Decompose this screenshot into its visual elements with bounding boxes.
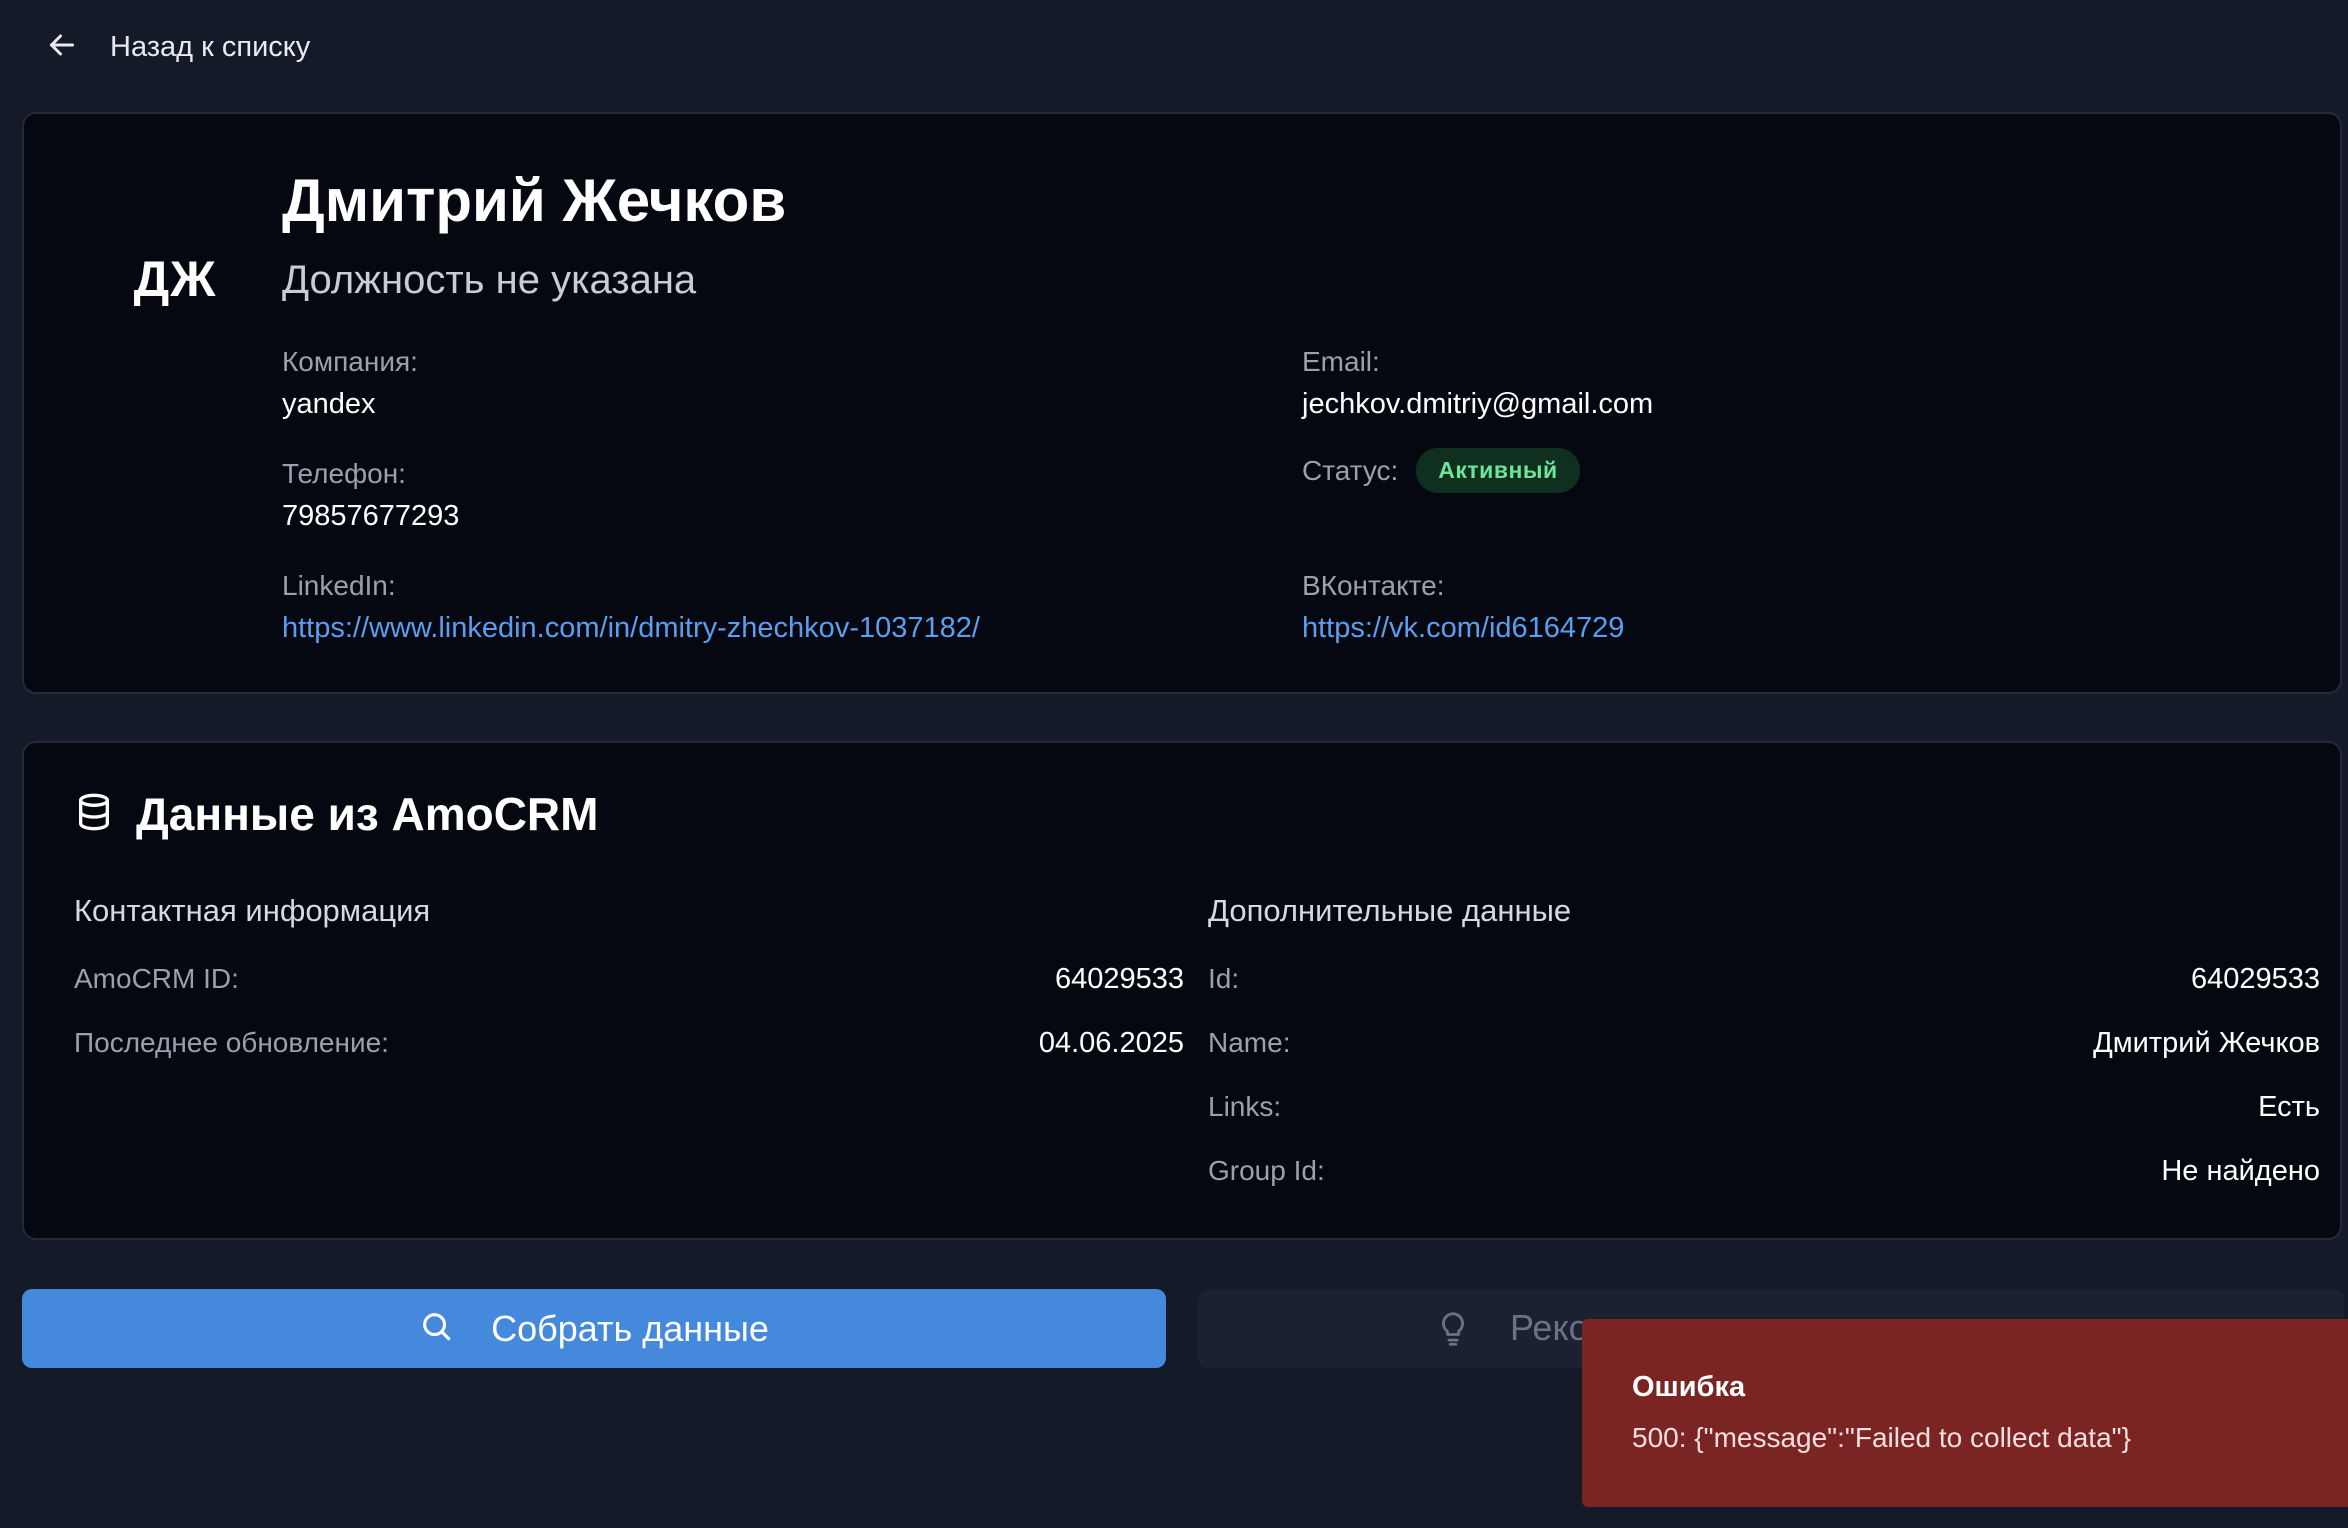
collect-data-button[interactable]: Собрать данные [22, 1289, 1166, 1368]
email-field: Email: jechkov.dmitriy@gmail.com [1302, 346, 1653, 421]
status-field: Статус: Активный [1302, 448, 1580, 493]
email-value: jechkov.dmitriy@gmail.com [1302, 388, 1654, 420]
back-link-label: Назад к списку [110, 30, 311, 63]
kv-value: 04.06.2025 [1038, 1026, 1184, 1059]
vk-field: ВКонтакте: https://vk.com/id6164729 [1302, 570, 1624, 645]
kv-key: AmoCRM ID: [74, 963, 239, 994]
amocrm-title-text: Данные из AmoCRM [136, 788, 599, 840]
kv-key: Group Id: [1208, 1155, 1325, 1186]
kv-key: Id: [1208, 963, 1240, 994]
kv-key: Последнее обновление: [74, 1027, 389, 1058]
back-to-list-link[interactable]: Назад к списку [44, 22, 310, 72]
contact-name: Дмитрий Жечков [282, 167, 787, 234]
kv-row: AmoCRM ID: 64029533 [74, 959, 1184, 999]
extra-data-heading: Дополнительные данные [1208, 893, 1572, 928]
status-label: Статус: [1302, 454, 1399, 486]
recommendations-label: Реко [1510, 1307, 1589, 1348]
vk-label: ВКонтакте: [1302, 570, 1445, 601]
kv-value: Не найдено [2161, 1154, 2320, 1187]
email-label: Email: [1302, 346, 1380, 377]
toast-title: Ошибка [1632, 1371, 1746, 1403]
profile-card: ДЖ Дмитрий Жечков Должность не указана К… [22, 112, 2342, 694]
database-icon [74, 792, 114, 837]
phone-field: Телефон: 79857677293 [282, 458, 459, 533]
collect-data-label: Собрать данные [491, 1307, 769, 1349]
phone-label: Телефон: [282, 458, 406, 489]
phone-value: 79857677293 [282, 500, 460, 532]
kv-row: Group Id: Не найдено [1208, 1151, 2320, 1191]
company-field: Компания: yandex [282, 346, 418, 421]
error-toast[interactable]: Ошибка 500: {"message":"Failed to collec… [1582, 1319, 2348, 1507]
kv-row: Последнее обновление: 04.06.2025 [74, 1023, 1184, 1063]
kv-row: Links: Есть [1208, 1087, 2320, 1127]
contact-detail-page: Назад к списку ДЖ Дмитрий Жечков Должнос… [0, 0, 2348, 1528]
contact-info-heading: Контактная информация [74, 893, 431, 928]
linkedin-link[interactable]: https://www.linkedin.com/in/dmitry-zhech… [282, 612, 980, 645]
kv-key: Name: [1208, 1027, 1291, 1058]
company-value: yandex [282, 388, 376, 420]
linkedin-field: LinkedIn: https://www.linkedin.com/in/dm… [282, 570, 980, 645]
company-label: Компания: [282, 346, 418, 377]
amocrm-card: Данные из AmoCRM Контактная информация Д… [22, 741, 2342, 1240]
kv-value: Есть [2258, 1090, 2320, 1123]
search-icon [419, 1309, 453, 1348]
contact-position: Должность не указана [282, 258, 697, 302]
vk-link[interactable]: https://vk.com/id6164729 [1302, 612, 1624, 645]
kv-row: Id: 64029533 [1208, 959, 2320, 999]
status-badge: Активный [1416, 448, 1580, 493]
kv-key: Links: [1208, 1091, 1282, 1122]
avatar: ДЖ [133, 251, 217, 307]
amocrm-section-title: Данные из AmoCRM [74, 787, 598, 841]
kv-row: Name: Дмитрий Жечков [1208, 1023, 2320, 1063]
kv-value: 64029533 [1054, 962, 1184, 995]
linkedin-label: LinkedIn: [282, 570, 396, 601]
kv-value: 64029533 [2190, 962, 2320, 995]
kv-value: Дмитрий Жечков [2093, 1026, 2320, 1059]
arrow-left-icon [44, 27, 80, 68]
toast-message: 500: {"message":"Failed to collect data"… [1632, 1422, 2131, 1453]
